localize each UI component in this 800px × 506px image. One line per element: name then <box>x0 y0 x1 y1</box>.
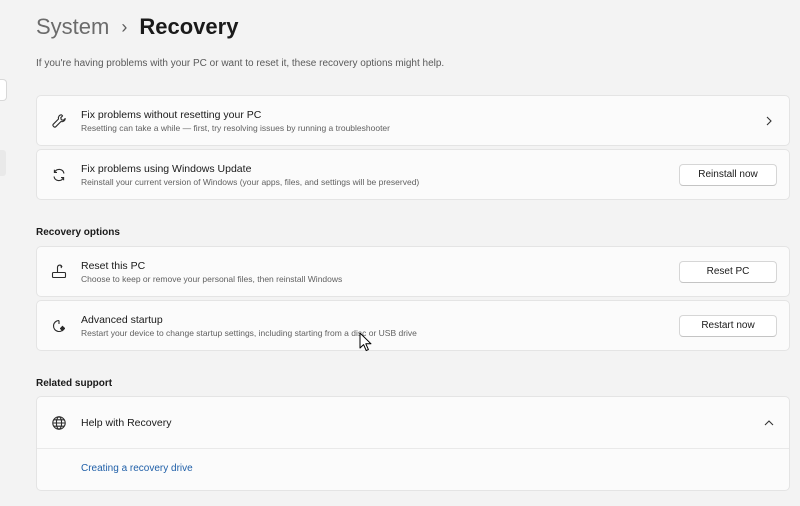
creating-recovery-drive-link[interactable]: Creating a recovery drive <box>81 463 193 474</box>
reset-pc-icon <box>50 263 68 281</box>
help-with-recovery-header[interactable]: Help with Recovery <box>37 397 789 449</box>
breadcrumb-separator: › <box>121 16 128 37</box>
advanced-startup-icon <box>50 317 68 335</box>
nav-search-edge[interactable] <box>0 79 7 101</box>
windows-update-card: Fix problems using Windows Update Reinst… <box>36 149 790 200</box>
reset-pc-button[interactable]: Reset PC <box>679 260 777 283</box>
windows-update-description: Reinstall your current version of Window… <box>81 176 420 187</box>
reinstall-now-button[interactable]: Reinstall now <box>679 163 777 186</box>
windows-update-title: Fix problems using Windows Update <box>81 162 252 175</box>
wrench-icon <box>50 112 68 130</box>
fix-problems-title: Fix problems without resetting your PC <box>81 108 262 121</box>
reset-pc-card: Reset this PC Choose to keep or remove y… <box>36 246 790 297</box>
advanced-startup-title: Advanced startup <box>81 313 163 326</box>
breadcrumb-system[interactable]: System <box>36 14 109 40</box>
help-with-recovery-title: Help with Recovery <box>81 416 172 429</box>
help-with-recovery-card: Help with Recovery Creating a recovery d… <box>36 396 790 491</box>
chevron-right-icon[interactable] <box>763 115 775 127</box>
recovery-options-header: Recovery options <box>36 227 120 238</box>
refresh-icon <box>50 166 68 184</box>
restart-now-button[interactable]: Restart now <box>679 314 777 337</box>
fix-problems-card[interactable]: Fix problems without resetting your PC R… <box>36 95 790 146</box>
mouse-cursor-icon <box>359 332 372 352</box>
chevron-up-icon[interactable] <box>763 417 775 429</box>
globe-icon <box>50 414 68 432</box>
breadcrumb: System › Recovery <box>36 14 238 40</box>
reset-pc-title: Reset this PC <box>81 259 146 272</box>
advanced-startup-card: Advanced startup Restart your device to … <box>36 300 790 351</box>
related-support-header: Related support <box>36 378 113 389</box>
page-subtitle: If you're having problems with your PC o… <box>36 58 445 69</box>
fix-problems-description: Resetting can take a while — first, try … <box>81 122 390 133</box>
reset-pc-description: Choose to keep or remove your personal f… <box>81 273 343 284</box>
nav-selected-edge[interactable] <box>0 150 6 176</box>
page-title: Recovery <box>139 14 239 39</box>
settings-page: System › Recovery If you're having probl… <box>0 0 800 506</box>
